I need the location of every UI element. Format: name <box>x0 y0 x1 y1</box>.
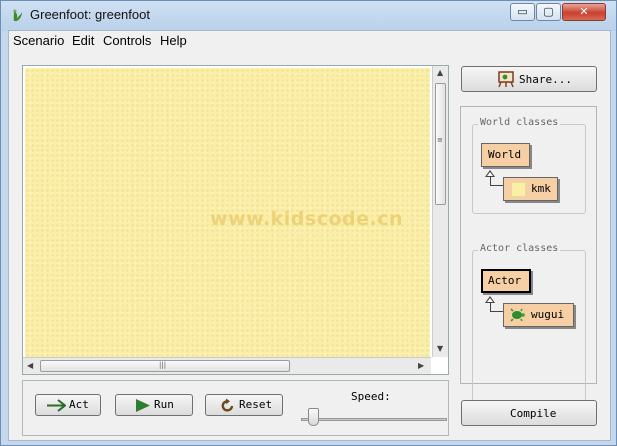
class-actor[interactable]: Actor <box>481 269 531 293</box>
class-kmk[interactable]: kmk <box>503 177 558 201</box>
close-button[interactable]: ✕ <box>562 3 606 21</box>
menu-scenario[interactable]: Scenario <box>13 33 64 48</box>
share-easel-icon <box>498 71 514 88</box>
share-button[interactable]: Share... <box>461 66 597 92</box>
scroll-left-icon[interactable]: ◀ <box>27 361 33 371</box>
world-classes-title: World classes <box>478 117 561 128</box>
compile-button[interactable]: Compile <box>461 400 597 426</box>
speed-label: Speed: <box>351 390 391 403</box>
maximize-icon: ▢ <box>543 5 554 18</box>
grip-icon: ||| <box>159 361 167 369</box>
vertical-scrollbar[interactable]: ▲ ≡ ▼ <box>432 66 448 357</box>
inheritance-arrow-icon <box>485 170 495 177</box>
scroll-right-icon[interactable]: ▶ <box>418 361 424 371</box>
maximize-button[interactable]: ▢ <box>536 3 561 21</box>
greenfoot-logo-icon <box>13 9 22 21</box>
world-view: www.kidscode.cn ▲ ≡ ▼ ◀ ||| ▶ <box>22 65 449 375</box>
inheritance-arrow-icon <box>485 296 495 303</box>
class-world-label: World <box>488 148 522 161</box>
class-wugui-label: wugui <box>531 308 565 321</box>
horizontal-scroll-thumb[interactable]: ||| <box>40 360 290 372</box>
inheritance-line <box>490 177 503 186</box>
kmk-swatch-icon <box>511 182 526 197</box>
class-kmk-label: kmk <box>531 182 551 195</box>
actor-classes-title: Actor classes <box>478 243 561 254</box>
world-canvas[interactable]: www.kidscode.cn <box>25 68 430 357</box>
speed-slider-thumb[interactable] <box>307 408 319 426</box>
step-arrow-icon <box>47 399 66 412</box>
reset-button[interactable]: Reset <box>205 394 283 416</box>
scroll-down-icon[interactable]: ▼ <box>437 344 443 354</box>
inheritance-line <box>490 303 503 312</box>
turtle-icon <box>510 308 525 322</box>
close-icon: ✕ <box>579 5 589 18</box>
app-window: Greenfoot: greenfoot ▭ ▢ ✕ Scenario Edit… <box>0 0 617 446</box>
window-title: Greenfoot: greenfoot <box>30 7 150 22</box>
play-icon <box>136 399 150 412</box>
menu-bar: Scenario Edit Controls Help <box>9 31 610 51</box>
minimize-button[interactable]: ▭ <box>510 3 535 21</box>
horizontal-scrollbar[interactable]: ◀ ||| ▶ <box>23 357 431 374</box>
class-browser: World classes World kmk Actor classes Ac… <box>460 106 597 402</box>
act-button[interactable]: Act <box>35 394 101 416</box>
world-classes-group: World classes World kmk <box>472 117 586 214</box>
class-wugui[interactable]: wugui <box>503 303 574 327</box>
vertical-scroll-thumb[interactable]: ≡ <box>435 83 446 205</box>
scroll-up-icon[interactable]: ▲ <box>437 68 443 78</box>
share-label: Share... <box>519 73 572 86</box>
title-bar: Greenfoot: greenfoot ▭ ▢ ✕ <box>1 1 616 29</box>
class-world[interactable]: World <box>481 143 530 167</box>
menu-edit[interactable]: Edit <box>72 33 94 48</box>
client-area: Scenario Edit Controls Help www.kidscode… <box>8 30 611 441</box>
menu-help[interactable]: Help <box>160 33 187 48</box>
act-label: Act <box>69 398 89 411</box>
watermark-text: www.kidscode.cn <box>210 208 404 230</box>
menu-controls[interactable]: Controls <box>103 33 151 48</box>
run-label: Run <box>154 398 174 411</box>
run-button[interactable]: Run <box>115 394 193 416</box>
reset-label: Reset <box>239 398 273 411</box>
grip-icon: ≡ <box>437 136 443 144</box>
minimize-icon: ▭ <box>517 5 528 18</box>
actor-classes-group: Actor classes Actor wugui <box>472 243 586 402</box>
class-actor-label: Actor <box>488 274 522 287</box>
speed-slider-track[interactable] <box>301 418 447 421</box>
reset-icon <box>221 398 234 412</box>
execution-controls: Act Run Reset <box>22 380 449 436</box>
compile-label: Compile <box>510 407 557 420</box>
